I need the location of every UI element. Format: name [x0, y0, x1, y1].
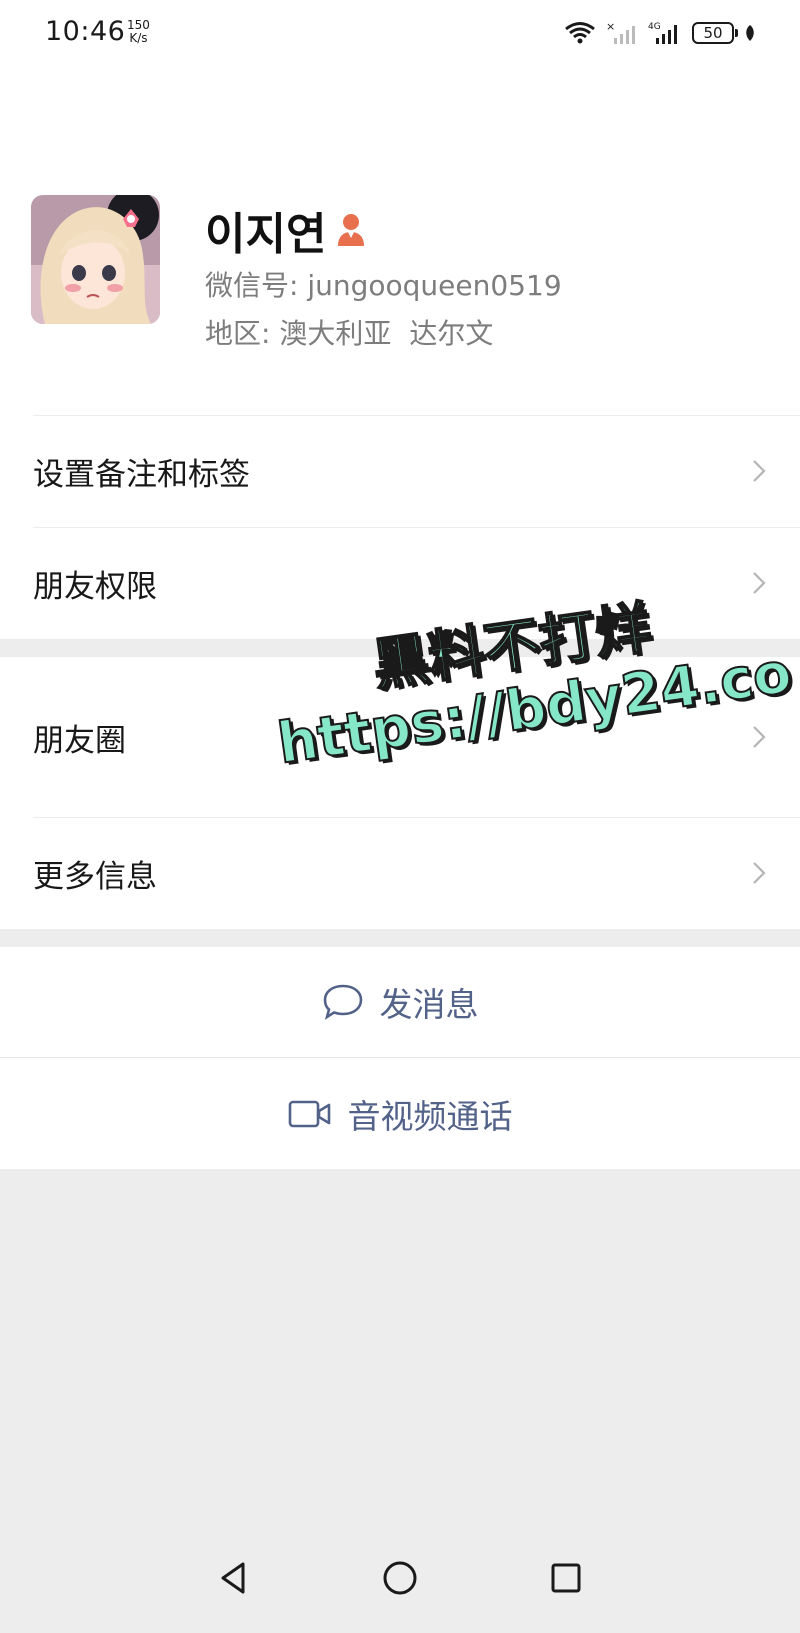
wechat-id-label: 微信号: — [205, 269, 299, 302]
region: 地区: 澳大利亚 达尔文 — [205, 312, 493, 352]
leaf-icon — [746, 25, 754, 41]
region-label: 地区: — [205, 317, 271, 350]
home-circle-icon[interactable] — [380, 1558, 420, 1598]
chevron-right-icon — [753, 572, 766, 594]
wechat-id: 微信号: jungooqueen0519 — [205, 264, 562, 304]
network-speed: 150 K/s — [127, 19, 150, 45]
row-label: 设置备注和标签 — [33, 456, 250, 493]
row-friend-permissions[interactable]: 朋友权限 — [0, 527, 800, 639]
row-label: 更多信息 — [33, 858, 157, 895]
video-camera-icon — [288, 1100, 330, 1127]
row-moments[interactable]: 朋友圈 — [0, 657, 800, 817]
recents-square-icon[interactable] — [546, 1558, 586, 1598]
row-label: 朋友圈 — [33, 722, 126, 759]
wechat-id-value: jungooqueen0519 — [307, 269, 562, 302]
svg-text:4G: 4G — [648, 22, 661, 32]
video-call-button[interactable]: 音视频通话 — [0, 1058, 800, 1169]
wifi-icon — [565, 22, 595, 44]
avatar[interactable] — [31, 195, 160, 324]
no-signal-icon: × — [606, 20, 635, 44]
navigation-bar — [0, 1548, 800, 1633]
status-icons: × 4G 50 — [564, 18, 756, 48]
battery-icon: 50 — [692, 22, 738, 44]
video-call-label: 音视频通话 — [347, 1096, 513, 1136]
4g-signal-icon: 4G — [648, 22, 677, 44]
profile-name: 이지연 — [205, 198, 366, 262]
info-section: 朋友圈 更多信息 — [0, 657, 800, 929]
profile-name-text: 이지연 — [205, 209, 327, 260]
chevron-right-icon — [753, 862, 766, 884]
row-more-info[interactable]: 更多信息 — [0, 817, 800, 929]
region-country: 澳大利亚 — [279, 317, 392, 350]
region-city: 达尔文 — [409, 317, 494, 350]
svg-text:×: × — [606, 20, 615, 33]
row-remark-tags[interactable]: 设置备注和标签 — [0, 415, 800, 527]
back-triangle-icon[interactable] — [213, 1558, 253, 1598]
chat-bubble-icon — [323, 984, 362, 1020]
settings-section: 设置备注和标签 朋友权限 — [0, 415, 800, 639]
female-icon — [338, 214, 365, 246]
row-label: 朋友权限 — [33, 568, 157, 605]
chevron-right-icon — [753, 460, 766, 482]
status-bar: 10:46 150 K/s × 4G 50 — [0, 0, 800, 70]
profile-header: 이지연 微信号: jungooqueen0519 地区: 澳大利亚 达尔文 — [0, 70, 800, 415]
send-message-button[interactable]: 发消息 — [0, 947, 800, 1057]
send-message-label: 发消息 — [379, 985, 479, 1024]
status-time: 10:46 — [45, 16, 126, 47]
network-speed-unit: K/s — [129, 31, 148, 45]
chevron-right-icon — [753, 726, 766, 748]
